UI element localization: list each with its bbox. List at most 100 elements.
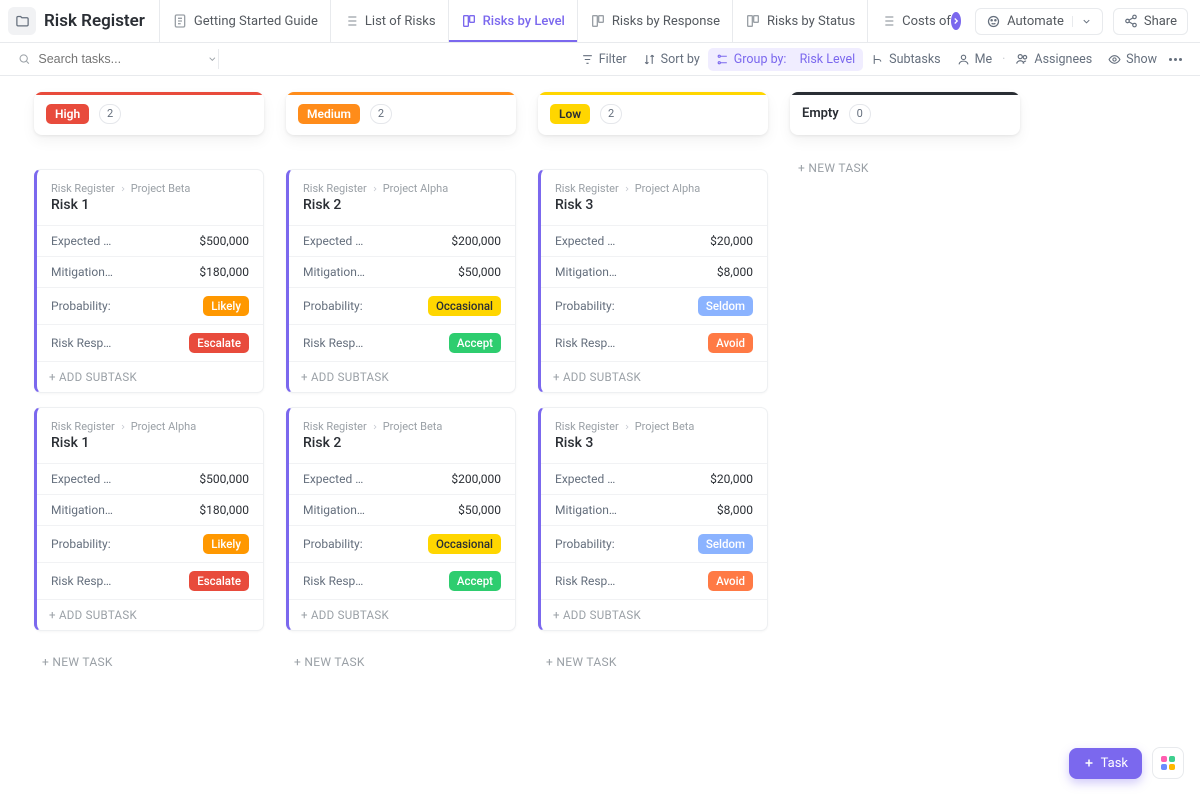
apps-fab[interactable]	[1152, 747, 1184, 779]
tab-costs-of[interactable]: Costs of	[868, 0, 955, 42]
person-icon	[957, 53, 970, 66]
sort-label: Sort by	[661, 52, 700, 67]
column-title: Empty	[802, 106, 839, 121]
column-title: Medium	[298, 104, 360, 124]
subtasks-label: Subtasks	[889, 52, 940, 67]
task-card[interactable]: Risk RegisterProject AlphaRisk 3Expected…	[538, 169, 768, 393]
column-header[interactable]: Low2	[538, 92, 768, 135]
tab-getting-started[interactable]: Getting Started Guide	[159, 0, 331, 42]
breadcrumb: Risk RegisterProject Alpha	[37, 420, 263, 433]
task-card[interactable]: Risk RegisterProject AlphaRisk 1Expected…	[34, 407, 264, 631]
people-icon	[1015, 52, 1029, 66]
add-subtask-button[interactable]: + ADD SUBTASK	[37, 361, 263, 392]
field-expected-cost: Expected C…$20,000	[541, 463, 767, 494]
probability-pill: Seldom	[698, 296, 753, 316]
field-mitigation-cost: Mitigation …$50,000	[289, 494, 515, 525]
response-pill: Avoid	[708, 333, 753, 353]
response-pill: Accept	[449, 333, 501, 353]
add-subtask-button[interactable]: + ADD SUBTASK	[289, 361, 515, 392]
more-menu[interactable]	[1165, 54, 1186, 65]
field-risk-response: Risk Respo…Avoid	[541, 562, 767, 599]
card-list: Risk RegisterProject BetaRisk 1Expected …	[34, 169, 264, 679]
probability-pill: Seldom	[698, 534, 753, 554]
probability-pill: Likely	[203, 296, 249, 316]
column-header[interactable]: High2	[34, 92, 264, 135]
probability-pill: Occasional	[428, 296, 501, 316]
share-label: Share	[1144, 14, 1177, 29]
tab-risks-by-status[interactable]: Risks by Status	[733, 0, 868, 42]
me-button[interactable]: Me	[949, 48, 1001, 71]
task-card[interactable]: Risk RegisterProject AlphaRisk 2Expected…	[286, 169, 516, 393]
task-card[interactable]: Risk RegisterProject BetaRisk 2Expected …	[286, 407, 516, 631]
new-task-fab[interactable]: Task	[1069, 748, 1142, 779]
group-value: Risk Level	[800, 52, 856, 67]
tab-risks-by-response[interactable]: Risks by Response	[578, 0, 733, 42]
response-pill: Escalate	[189, 333, 249, 353]
task-title: Risk 1	[37, 433, 263, 463]
new-task-button[interactable]: + NEW TASK	[34, 645, 264, 679]
field-mitigation-cost: Mitigation …$180,000	[37, 256, 263, 287]
subtasks-button[interactable]: Subtasks	[863, 48, 948, 71]
group-icon	[716, 53, 729, 66]
sort-button[interactable]: Sort by	[635, 48, 708, 71]
filter-icon	[581, 53, 594, 66]
eye-icon	[1108, 53, 1121, 66]
card-list: + NEW TASK	[790, 169, 1020, 185]
tab-list-of-risks[interactable]: List of Risks	[331, 0, 449, 42]
share-button[interactable]: Share	[1113, 8, 1188, 35]
field-risk-response: Risk Respo…Escalate	[37, 562, 263, 599]
column-header[interactable]: Empty0	[790, 92, 1020, 135]
probability-pill: Likely	[203, 534, 249, 554]
field-risk-response: Risk Respo…Escalate	[37, 324, 263, 361]
add-subtask-button[interactable]: + ADD SUBTASK	[541, 361, 767, 392]
chevron-down-icon[interactable]	[207, 53, 218, 65]
show-button[interactable]: Show	[1100, 48, 1165, 71]
task-title: Risk 3	[541, 195, 767, 225]
new-task-button[interactable]: + NEW TASK	[790, 151, 1020, 185]
filter-label: Filter	[599, 52, 627, 67]
divider	[218, 49, 219, 69]
assignees-button[interactable]: Assignees	[1007, 48, 1100, 71]
field-probability: Probability:Likely	[37, 287, 263, 324]
group-prefix: Group by:	[734, 52, 787, 67]
search-box[interactable]	[18, 52, 218, 66]
add-subtask-button[interactable]: + ADD SUBTASK	[541, 599, 767, 630]
me-label: Me	[975, 52, 993, 67]
filter-button[interactable]: Filter	[573, 48, 635, 71]
new-task-button[interactable]: + NEW TASK	[286, 645, 516, 679]
card-list: Risk RegisterProject AlphaRisk 3Expected…	[538, 169, 768, 679]
breadcrumb: Risk RegisterProject Alpha	[289, 182, 515, 195]
field-probability: Probability:Seldom	[541, 525, 767, 562]
add-subtask-button[interactable]: + ADD SUBTASK	[289, 599, 515, 630]
folder-icon[interactable]	[8, 7, 36, 35]
group-by-button[interactable]: Group by: Risk Level	[708, 48, 863, 71]
view-tabs: Getting Started Guide List of Risks Risk…	[159, 0, 975, 42]
page-title: Risk Register	[44, 11, 145, 31]
field-probability: Probability:Occasional	[289, 525, 515, 562]
field-risk-response: Risk Respo…Accept	[289, 562, 515, 599]
field-expected-cost: Expected C…$200,000	[289, 463, 515, 494]
new-task-button[interactable]: + NEW TASK	[538, 645, 768, 679]
field-expected-cost: Expected C…$500,000	[37, 225, 263, 256]
task-title: Risk 3	[541, 433, 767, 463]
card-list: Risk RegisterProject AlphaRisk 2Expected…	[286, 169, 516, 679]
floating-actions: Task	[1069, 747, 1184, 779]
column-title: Low	[550, 104, 590, 124]
apps-icon	[1161, 756, 1175, 770]
column-empty: Empty0 + NEW TASK	[790, 92, 1020, 185]
task-card[interactable]: Risk RegisterProject BetaRisk 3Expected …	[538, 407, 768, 631]
search-input[interactable]	[38, 52, 199, 66]
chevron-down-icon	[1072, 16, 1092, 27]
column-high: High2 Risk RegisterProject BetaRisk 1Expe…	[34, 92, 264, 679]
tab-risks-by-level[interactable]: Risks by Level	[449, 0, 578, 42]
field-expected-cost: Expected C…$500,000	[37, 463, 263, 494]
automate-label: Automate	[1007, 14, 1064, 29]
column-header[interactable]: Medium2	[286, 92, 516, 135]
automate-button[interactable]: Automate	[975, 8, 1103, 35]
breadcrumb: Risk RegisterProject Beta	[289, 420, 515, 433]
probability-pill: Occasional	[428, 534, 501, 554]
add-subtask-button[interactable]: + ADD SUBTASK	[37, 599, 263, 630]
response-pill: Escalate	[189, 571, 249, 591]
task-card[interactable]: Risk RegisterProject BetaRisk 1Expected …	[34, 169, 264, 393]
tab-label: Costs of	[902, 14, 951, 29]
